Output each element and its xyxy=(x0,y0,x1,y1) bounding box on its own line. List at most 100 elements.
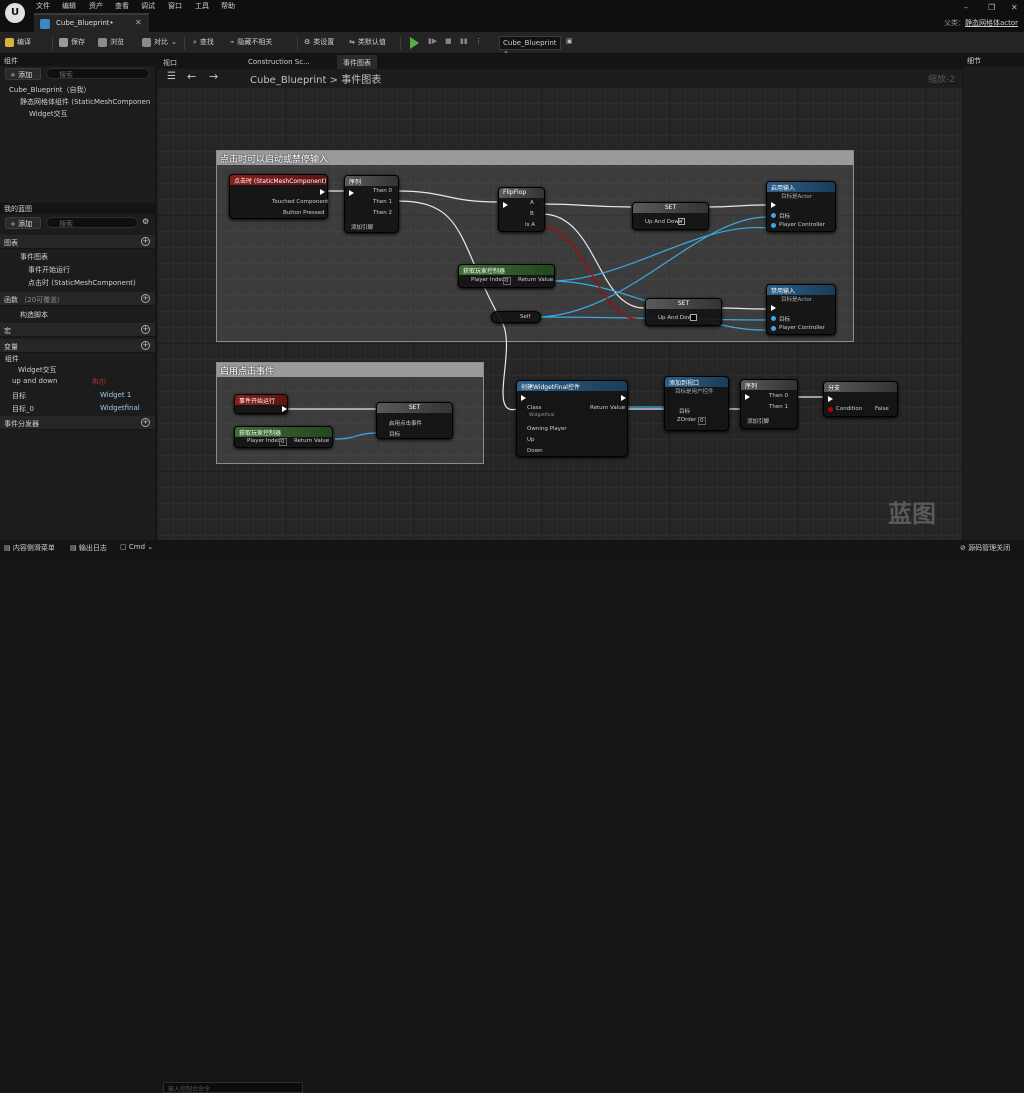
node-set-enable-click-events[interactable]: SET 启用点击事件 目标 xyxy=(376,402,453,439)
node-create-widget[interactable]: 创建WidgetFinal控件 Class Return Value Widge… xyxy=(516,380,628,457)
add-pin-button[interactable]: 添加引脚 xyxy=(747,417,769,425)
content-drawer-button[interactable]: ▤ 内容侧滑菜单 xyxy=(4,543,55,553)
section-functions[interactable]: 函数 （20可覆盖） + xyxy=(0,292,155,306)
node-set-up-and-down[interactable]: SET Up And Down ✓ xyxy=(632,202,709,230)
object-pin[interactable] xyxy=(771,326,776,331)
bool-pin[interactable] xyxy=(828,407,833,412)
parent-class-link[interactable]: 静态网格体actor xyxy=(965,18,1018,28)
forward-arrow-icon[interactable]: → xyxy=(209,70,218,83)
node-add-to-viewport[interactable]: 添加到视口 目标是用户控件 目标 ZOrder 0 xyxy=(664,376,729,431)
section-variables[interactable]: 变量 + xyxy=(0,339,155,353)
tab-construction-script[interactable]: Construction Sc... xyxy=(242,55,316,69)
debug-filter-icon[interactable]: ▣ xyxy=(566,37,573,45)
menu-window[interactable]: 窗口 xyxy=(168,1,182,11)
tab-viewport[interactable]: 视口 xyxy=(157,55,183,69)
cmd-select[interactable]: ▢ Cmd ⌄ xyxy=(120,543,153,551)
add-macro-icon[interactable]: + xyxy=(141,325,150,334)
stop-icon[interactable]: ■ xyxy=(445,37,452,45)
exec-in-pin[interactable] xyxy=(503,202,508,208)
back-arrow-icon[interactable]: ← xyxy=(187,70,196,83)
menu-tools[interactable]: 工具 xyxy=(195,1,209,11)
tree-item-static-mesh[interactable]: 静态网格体组件 (StaticMeshComponen xyxy=(20,97,150,107)
close-icon[interactable]: ✕ xyxy=(135,18,142,27)
object-pin[interactable] xyxy=(771,223,776,228)
maximize-icon[interactable]: ❐ xyxy=(988,3,995,12)
source-control-button[interactable]: ⊘ 源码管理关闭 xyxy=(960,543,1010,553)
zorder-value[interactable]: 0 xyxy=(698,417,706,425)
compile-button[interactable]: 编译 xyxy=(5,37,31,47)
section-graphs[interactable]: 图表 + xyxy=(0,235,155,249)
minimize-icon[interactable]: – xyxy=(964,3,968,12)
settings-gear-icon[interactable]: ⚙ xyxy=(142,217,149,226)
exec-in-pin[interactable] xyxy=(349,190,354,196)
output-log-button[interactable]: ▤ 输出日志 xyxy=(70,543,107,553)
add-member-button[interactable]: + 添加 xyxy=(5,217,41,229)
graph-menu-icon[interactable]: ☰ xyxy=(167,71,176,82)
add-function-icon[interactable]: + xyxy=(141,294,150,303)
var-target-0[interactable]: 目标_0 xyxy=(12,404,34,414)
step-icon[interactable]: ▮▶ xyxy=(428,37,437,45)
browse-button[interactable]: 浏览 xyxy=(98,37,124,47)
menu-edit[interactable]: 编辑 xyxy=(62,1,76,11)
class-defaults-button[interactable]: ⇋ 类默认值 xyxy=(349,37,386,47)
debug-object-select[interactable]: Cube_Blueprint ⌄ xyxy=(499,36,561,55)
node-sequence[interactable]: 序列 Then 0 Then 1 添加引脚 xyxy=(740,379,798,429)
class-settings-button[interactable]: ⚙ 类设置 xyxy=(304,37,334,47)
components-category[interactable]: 组件 xyxy=(5,354,19,364)
node-sequence[interactable]: 序列 Then 0 Then 1 Then 2 添加引脚 xyxy=(344,175,399,233)
exec-in-pin[interactable] xyxy=(745,394,750,400)
exec-out-pin[interactable] xyxy=(621,395,626,401)
play-icon[interactable] xyxy=(410,37,419,49)
node-enable-input[interactable]: 启用输入 目标是Actor 目标 Player Controller xyxy=(766,181,836,232)
event-graph-item[interactable]: 事件图表 xyxy=(20,252,48,262)
graph-canvas[interactable]: 点击时可以启动或禁停输入 启用点击事件 点击时 (StaticMeshCompo… xyxy=(157,87,962,540)
menu-asset[interactable]: 资产 xyxy=(89,1,103,11)
section-macros[interactable]: 宏 + xyxy=(0,323,155,337)
pause-icon[interactable]: ▮▮ xyxy=(460,37,468,45)
blueprint-search-input[interactable]: 搜索 xyxy=(46,217,138,228)
add-graph-icon[interactable]: + xyxy=(141,237,150,246)
doc-tab-cube-blueprint[interactable]: Cube_Blueprint• ✕ xyxy=(34,13,149,32)
tree-root[interactable]: Cube_Blueprint（自我） xyxy=(9,85,91,95)
add-pin-button[interactable]: 添加引脚 xyxy=(351,223,373,231)
hide-unrelated-button[interactable]: ⌁ 隐藏不相关 xyxy=(230,37,272,47)
breadcrumb-leaf[interactable]: 事件图表 xyxy=(341,75,381,86)
console-command-input[interactable]: 输入控制台命令 xyxy=(163,1082,303,1093)
find-button[interactable]: ⌕ 查找 xyxy=(193,37,214,47)
construction-script-item[interactable]: 构造脚本 xyxy=(20,310,48,320)
breadcrumb-root[interactable]: Cube_Blueprint xyxy=(250,75,326,86)
diff-button[interactable]: 对比 ⌄ xyxy=(142,37,177,47)
exec-in-pin[interactable] xyxy=(771,305,776,311)
menu-file[interactable]: 文件 xyxy=(36,1,50,11)
add-dispatcher-icon[interactable]: + xyxy=(141,418,150,427)
menu-debug[interactable]: 调试 xyxy=(141,1,155,11)
node-event-begin-play[interactable]: 事件开始运行 xyxy=(234,394,288,414)
node-get-player-controller[interactable]: 获取玩家控制器 Player Index 0 Return Value xyxy=(234,426,333,448)
node-disable-input[interactable]: 禁用输入 目标是Actor 目标 Player Controller xyxy=(766,284,836,335)
node-branch[interactable]: 分支 Condition False xyxy=(823,381,898,417)
add-variable-icon[interactable]: + xyxy=(141,341,150,350)
components-search-input[interactable]: 搜索 xyxy=(46,68,150,79)
tree-item-widget-interaction[interactable]: Widget交互 xyxy=(29,109,68,119)
event-on-clicked-item[interactable]: 点击时 (StaticMeshComponent) xyxy=(28,278,136,288)
tab-event-graph[interactable]: 事件图表 xyxy=(337,55,377,69)
class-select[interactable]: Widgetfinal xyxy=(529,413,555,418)
node-self[interactable]: Self xyxy=(491,311,541,323)
exec-in-pin[interactable] xyxy=(828,396,833,402)
exec-in-pin[interactable] xyxy=(771,202,776,208)
exec-in-pin[interactable] xyxy=(521,395,526,401)
save-button[interactable]: 保存 xyxy=(59,37,85,47)
menu-help[interactable]: 帮助 xyxy=(221,1,235,11)
object-pin[interactable] xyxy=(771,316,776,321)
var-target[interactable]: 目标 xyxy=(12,391,26,401)
close-window-icon[interactable]: ✕ xyxy=(1011,3,1018,12)
node-get-player-controller[interactable]: 获取玩家控制器 Player Index 0 Return Value xyxy=(458,264,555,288)
section-event-dispatchers[interactable]: 事件分发器 + xyxy=(0,416,155,430)
player-index-value[interactable]: 0 xyxy=(279,438,287,446)
node-set-up-and-down[interactable]: SET Up And Down xyxy=(645,298,722,326)
more-options-icon[interactable]: ⋮ xyxy=(475,37,482,45)
object-pin[interactable] xyxy=(771,213,776,218)
checkbox[interactable] xyxy=(690,314,697,321)
node-flipflop[interactable]: FlipFlop A B Is A xyxy=(498,187,545,232)
var-widget-interaction[interactable]: Widget交互 xyxy=(18,365,57,375)
